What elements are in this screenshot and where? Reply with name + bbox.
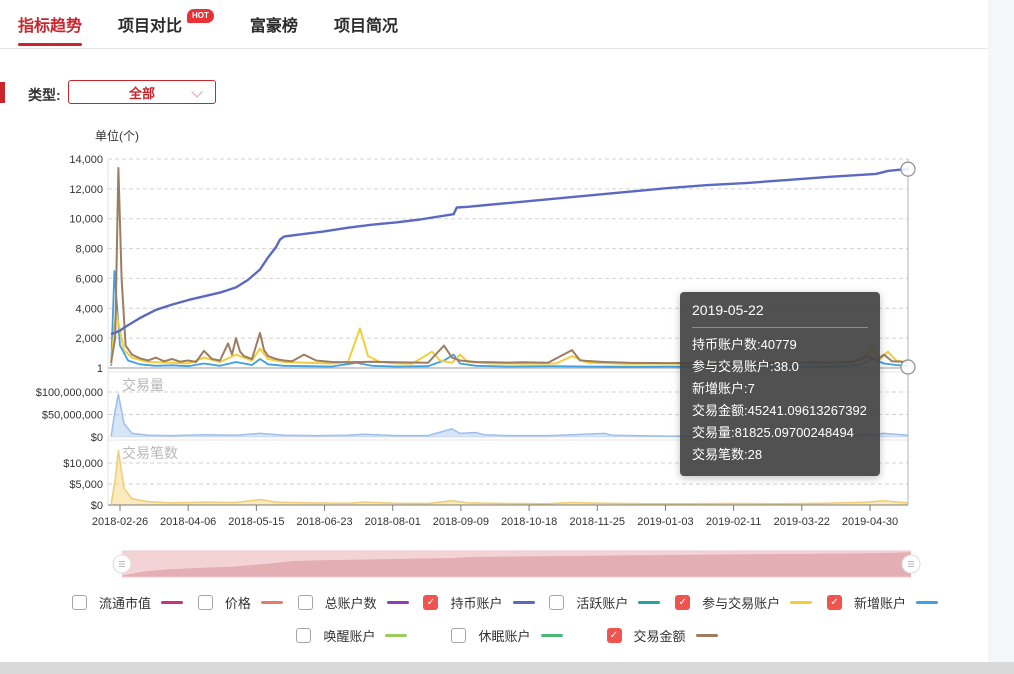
legend-label: 休眠账户 (478, 626, 530, 645)
y-axis-tick-label: $100,000,000 (36, 387, 103, 399)
hot-badge: HOT (187, 9, 214, 23)
crosshair-marker-bottom (901, 360, 915, 374)
top-nav: 指标趋势 项目对比 HOT 富豪榜 项目简况 (0, 0, 1014, 49)
legend-checkbox-new-accounts[interactable]: ✓ (827, 595, 842, 610)
legend-item-transaction-amount[interactable]: ✓ 交易金额 (607, 625, 718, 645)
tab-metrics-trend[interactable]: 指标趋势 (18, 0, 82, 48)
legend-checkbox-awakened-accounts[interactable] (296, 628, 311, 643)
tooltip-row: 持币账户数:40779 (692, 334, 868, 356)
tab-project-compare[interactable]: 项目对比 HOT (118, 0, 214, 48)
legend-checkbox-total-accounts[interactable] (298, 595, 313, 610)
legend-label: 参与交易账户 (702, 593, 780, 612)
tooltip-row: 参与交易账户:38.0 (692, 356, 868, 378)
legend-label: 价格 (225, 593, 251, 612)
tooltip-row: 新增账户:7 (692, 378, 868, 400)
y-axis-unit-label: 单位(个) (95, 128, 139, 143)
y-axis-tick-label: 8,000 (75, 244, 103, 256)
legend-item-active-accounts[interactable]: 活跃账户 (549, 592, 660, 612)
y-axis-tick-label: 1 (97, 363, 103, 375)
legend-label: 唤醒账户 (323, 626, 375, 645)
legend-line-sample (261, 601, 283, 604)
tab-label: 指标趋势 (18, 12, 82, 36)
legend-label: 活跃账户 (576, 593, 628, 612)
tooltip-row: 交易笔数:28 (692, 444, 868, 466)
y-axis-tick-label: $10,000 (63, 458, 103, 470)
crosshair-marker-top (901, 162, 915, 176)
tab-label: 项目简况 (334, 12, 398, 36)
legend-item-dormant-accounts[interactable]: 休眠账户 (451, 625, 562, 645)
x-axis-tick-label: 2018-02-26 (92, 516, 148, 528)
legend-checkbox-holding-accounts[interactable]: ✓ (423, 595, 438, 610)
legend-item-total-accounts[interactable]: 总账户数 (298, 592, 409, 612)
y-axis-tick-label: 6,000 (75, 273, 103, 285)
y-axis-tick-label: $5,000 (69, 479, 103, 491)
y-axis-tick-label: $50,000,000 (42, 410, 103, 422)
legend-line-sample (513, 601, 535, 604)
legend-item-awakened-accounts[interactable]: 唤醒账户 (296, 625, 407, 645)
legend-line-sample (790, 601, 812, 604)
y-axis-tick-label: 14,000 (69, 154, 103, 166)
x-axis-tick-label: 2018-08-01 (365, 516, 421, 528)
legend-checkbox-trading-accounts[interactable]: ✓ (675, 595, 690, 610)
x-axis-tick-label: 2019-03-22 (774, 516, 830, 528)
legend-line-sample (696, 634, 718, 637)
legend-label: 流通市值 (99, 593, 151, 612)
y-axis-tick-label: 12,000 (69, 184, 103, 196)
x-axis-tick-label: 2018-09-09 (433, 516, 489, 528)
page-right-gutter (988, 0, 1014, 674)
y-axis-tick-label: $0 (91, 500, 103, 512)
page-bottom-bar (0, 662, 1014, 674)
legend-line-sample (161, 601, 183, 604)
tab-project-overview[interactable]: 项目简况 (334, 0, 398, 48)
legend-item-price[interactable]: 价格 (198, 592, 283, 612)
x-axis-tick-label: 2018-04-06 (160, 516, 216, 528)
x-axis-tick-label: 2019-01-03 (637, 516, 693, 528)
legend-line-sample (387, 601, 409, 604)
x-axis-tick-label: 2018-05-15 (228, 516, 284, 528)
tab-label: 富豪榜 (250, 12, 298, 36)
legend-line-sample (541, 634, 563, 637)
tooltip-row: 交易量:81825.09700248494 (692, 422, 868, 444)
legend-checkbox-price[interactable] (198, 595, 213, 610)
tab-rich-list[interactable]: 富豪榜 (250, 0, 298, 48)
legend-row-2: 唤醒账户 休眠账户 ✓ 交易金额 (0, 625, 1014, 645)
x-axis-tick-label: 2019-04-30 (842, 516, 898, 528)
nav-tabs: 指标趋势 项目对比 HOT 富豪榜 项目简况 (0, 0, 1014, 48)
x-axis-tick-label: 2018-06-23 (296, 516, 352, 528)
legend-item-market-cap[interactable]: 流通市值 (72, 592, 183, 612)
legend-line-sample (916, 601, 938, 604)
legend-row-1: 流通市值 价格 总账户数 ✓ 持币账户 活跃账户 ✓ 参与交易账户 ✓ 新增账户 (72, 592, 938, 612)
legend-line-sample (385, 634, 407, 637)
legend-item-trading-accounts[interactable]: ✓ 参与交易账户 (675, 592, 812, 612)
tooltip-row: 交易金额:45241.09613267392 (692, 400, 868, 422)
tooltip-date: 2019-05-22 (692, 302, 868, 328)
chart-tooltip: 2019-05-22 持币账户数:40779 参与交易账户:38.0 新增账户:… (680, 292, 880, 476)
y-axis-tick-label: 4,000 (75, 303, 103, 315)
legend-label: 新增账户 (854, 593, 906, 612)
x-axis-tick-label: 2018-11-25 (570, 516, 625, 528)
legend-line-sample (638, 601, 660, 604)
tab-label: 项目对比 (118, 12, 182, 36)
legend-checkbox-transaction-amount[interactable]: ✓ (607, 628, 622, 643)
legend-label: 交易金额 (634, 626, 686, 645)
legend-checkbox-active-accounts[interactable] (549, 595, 564, 610)
legend-checkbox-dormant-accounts[interactable] (451, 628, 466, 643)
y-axis-tick-label: 2,000 (75, 333, 103, 345)
legend-label: 总账户数 (325, 593, 377, 612)
legend-item-holding-accounts[interactable]: ✓ 持币账户 (423, 592, 534, 612)
legend-label: 持币账户 (450, 593, 502, 612)
y-axis-tick-label: 10,000 (69, 214, 103, 226)
x-axis-tick-label: 2018-10-18 (501, 516, 557, 528)
subchart-title: 交易笔数 (122, 445, 178, 461)
legend-item-new-accounts[interactable]: ✓ 新增账户 (827, 592, 938, 612)
x-axis-tick-label: 2019-02-11 (706, 516, 761, 528)
subchart-title: 交易量 (122, 377, 164, 393)
y-axis-tick-label: $0 (91, 432, 103, 444)
legend-checkbox-market-cap[interactable] (72, 595, 87, 610)
